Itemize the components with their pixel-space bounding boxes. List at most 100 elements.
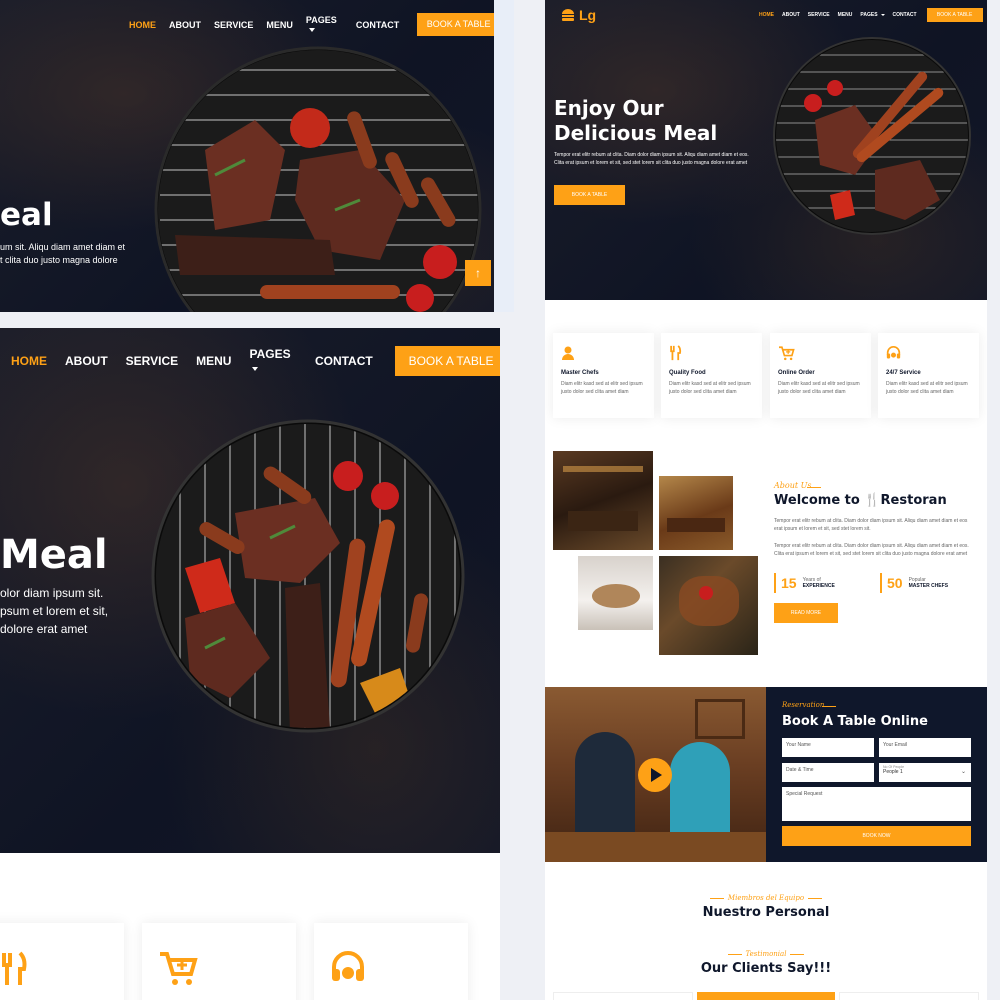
date-time-field[interactable]: Date & Time: [782, 763, 874, 782]
email-field[interactable]: Your Email: [879, 738, 971, 757]
team-kicker-wrap: Miembros del Equipo: [545, 894, 987, 902]
testimonial-kicker: Testimonial: [745, 950, 787, 958]
reservation-form: Reservation Book A Table Online Your Nam…: [766, 687, 987, 862]
hero-book-button[interactable]: BOOK A TABLE: [554, 185, 625, 205]
page-mockup: Lg HOME ABOUT SERVICE MENU PAGES CONTACT…: [545, 0, 987, 1000]
nav-pages-large[interactable]: PAGES: [249, 347, 296, 375]
service-title: 24/7 Service: [886, 370, 921, 376]
chevron-down-icon: [252, 366, 259, 371]
kicker-line-left: [709, 897, 724, 899]
nav-home-large[interactable]: HOME: [11, 354, 47, 368]
nav-service-mini[interactable]: SERVICE: [808, 12, 830, 18]
book-table-button-mini[interactable]: BOOK A TABLE: [926, 8, 983, 22]
team-section: Miembros del Equipo Nuestro Personal Tes…: [545, 862, 987, 1000]
cart-plus-icon: [160, 952, 198, 985]
people-select[interactable]: No Of People People 1 ⌄: [879, 763, 971, 782]
nav-about-mini[interactable]: ABOUT: [782, 12, 800, 18]
nav-about[interactable]: ABOUT: [169, 20, 201, 30]
service-card-online-order: Online Order Diam elitr kasd sed at elit…: [770, 333, 871, 418]
hero-crop-large: HOME ABOUT SERVICE MENU PAGES CONTACT BO…: [0, 328, 500, 853]
services-crop-large: [0, 853, 500, 1000]
book-table-button-large[interactable]: BOOK A TABLE: [394, 346, 500, 376]
brand[interactable]: Lg: [561, 7, 596, 23]
nav-contact[interactable]: CONTACT: [356, 20, 399, 30]
nav-service-large[interactable]: SERVICE: [126, 354, 178, 368]
book-now-button[interactable]: BOOK NOW: [782, 826, 971, 846]
stat-label-bottom: MASTER CHEFS: [908, 583, 949, 589]
nav-pages[interactable]: PAGES: [306, 15, 343, 35]
utensils-icon: [2, 951, 27, 985]
hero-text-large-line1: olor diam ipsum sit.: [0, 586, 104, 600]
table: [545, 832, 766, 862]
grill-image-mini: [773, 37, 971, 235]
grill-image: [154, 46, 482, 312]
nav-menu-mini[interactable]: MENU: [838, 12, 853, 18]
special-request-field[interactable]: Special Request: [782, 787, 971, 821]
nav-pages-mini[interactable]: PAGES: [860, 12, 885, 18]
about-title-prefix: Welcome to: [774, 493, 860, 508]
play-icon: [651, 768, 662, 782]
name-field[interactable]: Your Name: [782, 738, 874, 757]
hero-title-line1: Enjoy Our: [554, 96, 664, 120]
service-title: Online Order: [778, 370, 815, 376]
about-title-brand: Restoran: [880, 493, 947, 508]
cart-plus-icon: [779, 346, 795, 361]
service-card-crop-1: [0, 923, 124, 1000]
top-nav: HOME ABOUT SERVICE MENU PAGES CONTACT BO…: [129, 13, 494, 36]
reservation-kicker: Reservation: [782, 701, 825, 709]
hero-text-large-line2: psum et lorem et sit,: [0, 604, 109, 618]
kicker-line: [807, 487, 821, 488]
service-text: Diam elitr kasd sed at elitr sed ipsum j…: [886, 381, 968, 395]
chevron-down-icon: [308, 28, 315, 33]
nav-contact-large[interactable]: CONTACT: [315, 354, 373, 368]
stat-value: 15: [781, 575, 797, 591]
about-photo-grilled-platter: [659, 556, 758, 655]
utensils-icon: [670, 345, 682, 361]
blue-strip: [494, 0, 514, 312]
top-nav-large: HOME ABOUT SERVICE MENU PAGES CONTACT BO…: [11, 346, 500, 376]
read-more-button[interactable]: READ MORE: [774, 603, 838, 623]
people-value: People 1: [883, 769, 903, 775]
nav-menu-large[interactable]: MENU: [196, 354, 231, 368]
burger-icon: [562, 9, 574, 21]
arrow-up-icon: ↑: [475, 266, 481, 280]
service-title: Quality Food: [669, 370, 706, 376]
testimonial-card-right: [839, 992, 979, 1000]
service-text: Diam elitr kasd sed at elitr sed ipsum j…: [669, 381, 751, 395]
hero: Lg HOME ABOUT SERVICE MENU PAGES CONTACT…: [545, 0, 987, 300]
shelf: [695, 699, 745, 739]
about-title: Welcome to 🍴Restoran: [774, 493, 947, 508]
about-para1: Tempor erat elitr rebum at clita. Diam d…: [774, 518, 968, 532]
nav-about-large[interactable]: ABOUT: [65, 354, 108, 368]
hero-text-line2: t clita duo justo magna dolore: [0, 255, 118, 265]
stat-value: 50: [887, 575, 903, 591]
hero-text-line1: um sit. Aliqu diam amet diam et: [0, 242, 126, 252]
testimonial-title: Our Clients Say!!!: [700, 961, 832, 976]
nav-home-mini[interactable]: HOME: [759, 12, 774, 18]
hero-title: eal: [0, 197, 53, 233]
nav-pages-label-large: PAGES: [249, 347, 291, 361]
person-woman: [670, 742, 730, 842]
headset-icon: [332, 951, 364, 981]
hero-text-large-line3: dolore erat amet: [0, 622, 88, 636]
top-nav-mini: HOME ABOUT SERVICE MENU PAGES CONTACT BO…: [759, 8, 983, 22]
team-kicker: Miembros del Equipo: [727, 894, 805, 902]
nav-contact-mini[interactable]: CONTACT: [893, 12, 917, 18]
chef-icon: [562, 346, 574, 360]
service-card-crop-3: [314, 923, 468, 1000]
book-table-button[interactable]: BOOK A TABLE: [417, 13, 494, 36]
stat-label-bottom: EXPERIENCE: [802, 583, 835, 589]
kicker-line-right: [790, 953, 805, 955]
play-button[interactable]: [638, 758, 672, 792]
nav-home[interactable]: HOME: [129, 20, 156, 30]
nav-pages-label: PAGES: [305, 14, 337, 25]
nav-service[interactable]: SERVICE: [214, 20, 253, 30]
team-title: Nuestro Personal: [702, 905, 830, 920]
stat-chefs: 50 Popular MASTER CHEFS: [880, 573, 948, 593]
nav-menu[interactable]: MENU: [266, 20, 293, 30]
hero-title-line2: Delicious Meal: [554, 121, 718, 145]
about-photo-dining-room: [659, 476, 733, 550]
chevron-down-icon: [880, 13, 885, 16]
about-photo-food-plate: [578, 556, 653, 630]
back-to-top-button[interactable]: ↑: [465, 260, 491, 286]
